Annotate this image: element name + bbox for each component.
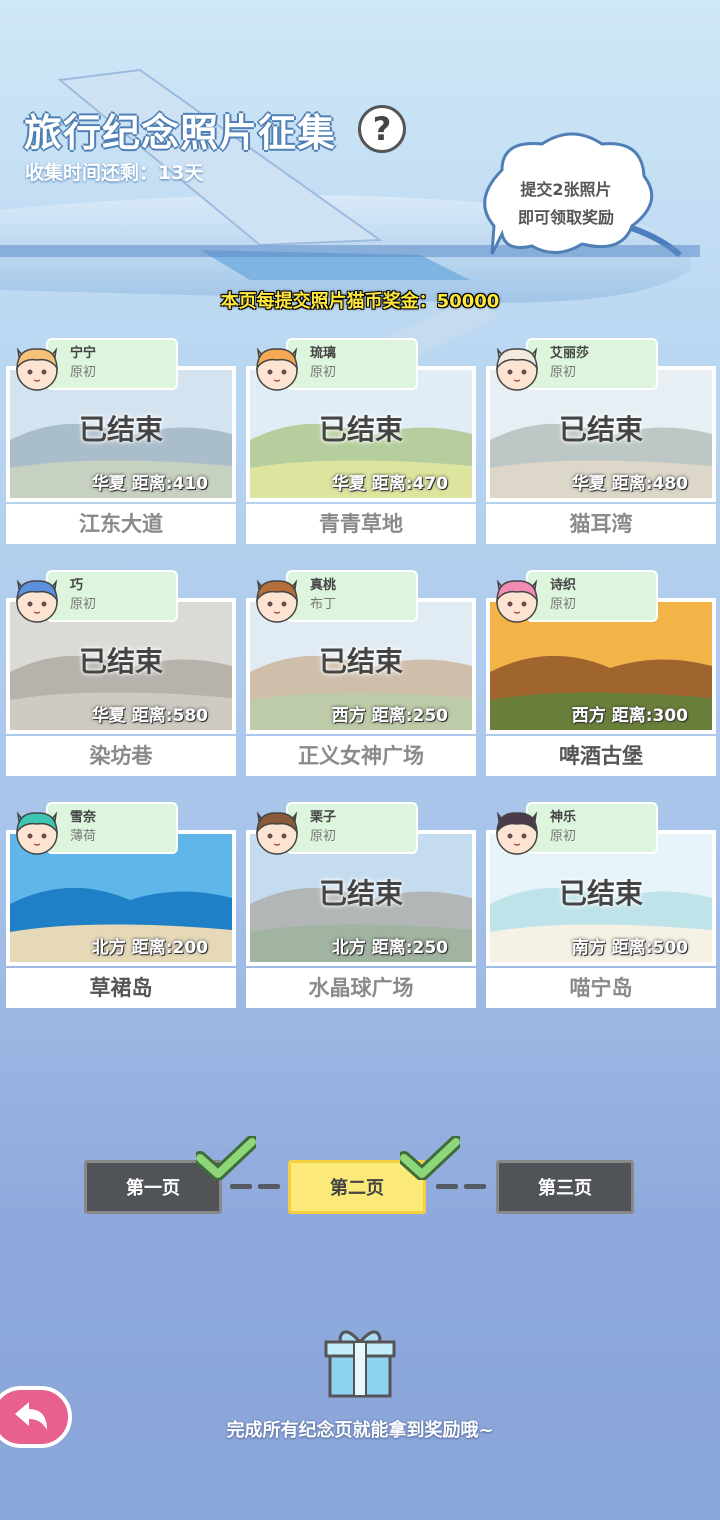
character-variant: 原初 — [70, 597, 97, 612]
distance-label: 北方 距离:250 — [331, 938, 448, 958]
character-tag: 宁宁 原初 — [46, 338, 178, 390]
distance-label: 西方 距离:250 — [331, 706, 448, 726]
character-variant: 原初 — [70, 365, 97, 380]
character-avatar — [16, 579, 58, 623]
character-variant: 原初 — [550, 597, 577, 612]
ended-label: 已结束 — [318, 645, 403, 678]
location-name: 正义女神广场 — [246, 736, 476, 776]
character-avatar — [256, 347, 298, 391]
character-variant: 薄荷 — [70, 829, 97, 844]
photo-card[interactable]: 已结束 南方 距离:500 喵宁岛 神乐 原初 — [486, 802, 716, 1008]
character-tag: 真桃 布丁 — [286, 570, 418, 622]
photo-card[interactable]: 已结束 华夏 距离:580 染坊巷 巧 原初 — [6, 570, 236, 776]
completion-hint: 完成所有纪念页就能拿到奖励哦~ — [226, 1420, 494, 1441]
photo-card[interactable]: 已结束 华夏 距离:480 猫耳湾 艾丽莎 原初 — [486, 338, 716, 544]
page-connector — [258, 1184, 280, 1189]
photo-card[interactable]: 西方 距离:300 啤酒古堡 诗织 原初 — [486, 570, 716, 776]
ended-label: 已结束 — [318, 413, 403, 446]
page-connector — [230, 1184, 252, 1189]
page-1-label: 第一页 — [126, 1178, 180, 1199]
distance-label: 南方 距离:500 — [571, 938, 688, 958]
hint-line-1: 提交2张照片 — [520, 180, 612, 199]
character-name: 琉璃 — [310, 346, 337, 361]
character-name: 雪奈 — [70, 810, 97, 825]
distance-label: 西方 距离:300 — [571, 706, 688, 726]
location-name: 染坊巷 — [6, 736, 236, 776]
character-name: 宁宁 — [70, 346, 97, 361]
photo-card[interactable]: 已结束 华夏 距离:470 青青草地 琉璃 原初 — [246, 338, 476, 544]
ended-label: 已结束 — [78, 413, 163, 446]
photo-card[interactable]: 已结束 西方 距离:250 正义女神广场 真桃 布丁 — [246, 570, 476, 776]
distance-label: 北方 距离:200 — [91, 938, 208, 958]
character-variant: 原初 — [550, 365, 577, 380]
character-avatar — [256, 811, 298, 855]
location-name: 水晶球广场 — [246, 968, 476, 1008]
gift-icon[interactable] — [322, 1326, 398, 1400]
checkmark-icon — [400, 1136, 460, 1180]
time-remaining: 收集时间还剩：13天 — [25, 162, 204, 184]
character-tag: 巧 原初 — [46, 570, 178, 622]
location-name: 江东大道 — [6, 504, 236, 544]
location-name: 青青草地 — [246, 504, 476, 544]
character-tag: 雪奈 薄荷 — [46, 802, 178, 854]
checkmark-icon — [196, 1136, 256, 1180]
character-variant: 原初 — [310, 365, 337, 380]
distance-label: 华夏 距离:410 — [91, 474, 208, 494]
character-avatar — [16, 811, 58, 855]
character-tag: 艾丽莎 原初 — [526, 338, 658, 390]
location-name: 草裙岛 — [6, 968, 236, 1008]
location-name: 喵宁岛 — [486, 968, 716, 1008]
character-avatar — [496, 811, 538, 855]
character-tag: 琉璃 原初 — [286, 338, 418, 390]
distance-label: 华夏 距离:470 — [331, 474, 448, 494]
character-variant: 原初 — [310, 829, 337, 844]
photo-card[interactable]: 已结束 华夏 距离:410 江东大道 宁宁 原初 — [6, 338, 236, 544]
character-name: 诗织 — [550, 578, 577, 593]
photo-card[interactable]: 北方 距离:200 草裙岛 雪奈 薄荷 — [6, 802, 236, 1008]
character-tag: 诗织 原初 — [526, 570, 658, 622]
hint-line-2: 即可领取奖励 — [517, 208, 614, 227]
distance-label: 华夏 距离:580 — [91, 706, 208, 726]
character-name: 栗子 — [310, 810, 337, 825]
character-avatar — [256, 579, 298, 623]
character-name: 神乐 — [550, 810, 577, 825]
ended-label: 已结束 — [558, 877, 643, 910]
page-3-label: 第三页 — [538, 1178, 592, 1199]
bonus-banner: 本页每提交照片猫币奖金：50000 — [220, 291, 500, 312]
distance-label: 华夏 距离:480 — [571, 474, 688, 494]
page-connector — [436, 1184, 458, 1189]
page-connector — [464, 1184, 486, 1189]
character-name: 艾丽莎 — [550, 346, 590, 361]
character-avatar — [496, 347, 538, 391]
character-avatar — [496, 579, 538, 623]
ended-label: 已结束 — [78, 645, 163, 678]
page-title: 旅行纪念照片征集 — [24, 111, 337, 155]
help-button[interactable]: ? — [358, 105, 406, 153]
character-tag: 栗子 原初 — [286, 802, 418, 854]
character-name: 真桃 — [310, 578, 337, 593]
character-variant: 布丁 — [310, 597, 337, 612]
location-name: 猫耳湾 — [486, 504, 716, 544]
photo-card[interactable]: 已结束 北方 距离:250 水晶球广场 栗子 原初 — [246, 802, 476, 1008]
ended-label: 已结束 — [318, 877, 403, 910]
page-2-label: 第二页 — [330, 1178, 384, 1199]
character-name: 巧 — [70, 578, 84, 593]
character-avatar — [16, 347, 58, 391]
ended-label: 已结束 — [558, 413, 643, 446]
hint-text: 提交2张照片 即可领取奖励 — [492, 176, 640, 232]
back-button[interactable] — [0, 1386, 72, 1448]
character-tag: 神乐 原初 — [526, 802, 658, 854]
character-variant: 原初 — [550, 829, 577, 844]
page-3-button[interactable]: 第三页 — [496, 1160, 634, 1214]
question-icon: ? — [372, 110, 392, 148]
back-arrow-icon — [15, 1402, 47, 1430]
location-name: 啤酒古堡 — [486, 736, 716, 776]
